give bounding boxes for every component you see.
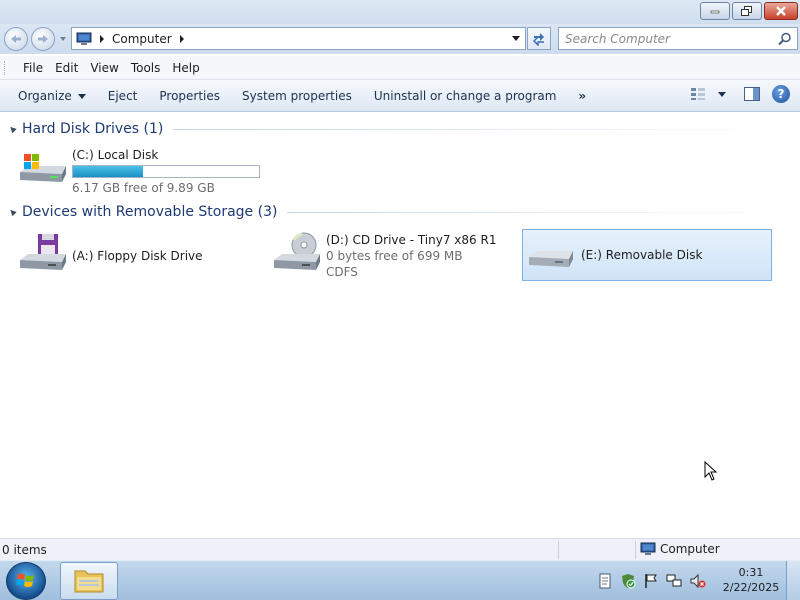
- minimize-button[interactable]: [700, 2, 730, 20]
- computer-icon: [640, 542, 656, 555]
- change-view-icon[interactable]: [690, 87, 706, 101]
- minimize-icon: [710, 10, 720, 14]
- search-input[interactable]: [559, 28, 769, 49]
- taskbar-clock[interactable]: 0:31 2/22/2025: [718, 565, 784, 595]
- show-desktop-button[interactable]: [786, 561, 800, 600]
- network-icon[interactable]: [666, 573, 682, 589]
- recent-pages-dropdown[interactable]: [60, 37, 66, 41]
- menu-bar: File Edit View Tools Help: [0, 56, 800, 80]
- breadcrumb-separator[interactable]: [100, 34, 104, 43]
- drive-name: (D:) CD Drive - Tiny7 x86 R1: [326, 233, 497, 247]
- menu-view[interactable]: View: [84, 61, 124, 75]
- drive-free-space: 0 bytes free of 699 MB: [326, 249, 463, 263]
- cd-drive-icon: [272, 232, 324, 280]
- menu-grip: [4, 60, 7, 75]
- help-icon[interactable]: ?: [772, 85, 790, 103]
- drive-name: (E:) Removable Disk: [581, 248, 703, 262]
- close-icon: [776, 6, 786, 16]
- collapse-icon[interactable]: [8, 207, 17, 217]
- collapse-icon[interactable]: [8, 124, 17, 134]
- address-dropdown-icon[interactable]: [512, 36, 520, 41]
- security-shield-icon[interactable]: [620, 573, 636, 589]
- organize-button[interactable]: Organize: [10, 84, 94, 108]
- view-options-dropdown[interactable]: [718, 91, 726, 97]
- uninstall-program-button[interactable]: Uninstall or change a program: [366, 84, 565, 108]
- restore-icon: [741, 6, 752, 16]
- organize-label: Organize: [18, 88, 72, 103]
- properties-button[interactable]: Properties: [151, 84, 228, 108]
- back-arrow-icon: [11, 35, 21, 43]
- removable-disk-icon: [527, 231, 579, 279]
- content-pane: Hard Disk Drives (1) (C:) Local Disk 6.1…: [0, 113, 800, 538]
- floppy-drive-icon: [18, 232, 70, 280]
- document-icon[interactable]: [598, 573, 612, 589]
- drive-filesystem: CDFS: [326, 265, 358, 279]
- taskbar: 0:31 2/22/2025: [0, 560, 800, 600]
- drive-c-local-disk[interactable]: (C:) Local Disk 6.17 GB free of 9.89 GB: [18, 147, 260, 196]
- close-button[interactable]: [764, 2, 798, 20]
- group-hard-disk-drives[interactable]: Hard Disk Drives (1): [8, 121, 792, 137]
- breadcrumb-computer[interactable]: Computer: [112, 32, 172, 46]
- navigation-bar: Computer: [0, 24, 800, 54]
- title-bar: [0, 0, 800, 24]
- capacity-fill: [73, 166, 143, 177]
- search-box[interactable]: [558, 27, 798, 50]
- group-title: Hard Disk Drives (1): [22, 121, 164, 137]
- capacity-bar: [72, 165, 260, 178]
- drive-name: (C:) Local Disk: [72, 148, 159, 162]
- preview-pane-icon[interactable]: [744, 87, 760, 101]
- mouse-cursor-icon: [704, 461, 718, 481]
- restore-button[interactable]: [732, 2, 762, 20]
- command-bar: Organize Eject Properties System propert…: [0, 80, 800, 112]
- drive-free-space: 6.17 GB free of 9.89 GB: [72, 181, 215, 195]
- item-count: 0 items: [2, 542, 47, 557]
- refresh-button[interactable]: [527, 27, 551, 50]
- refresh-icon: [532, 32, 544, 46]
- more-commands-button[interactable]: »: [570, 84, 592, 108]
- drive-name: (A:) Floppy Disk Drive: [72, 249, 203, 263]
- menu-edit[interactable]: Edit: [49, 61, 84, 75]
- group-removable-storage[interactable]: Devices with Removable Storage (3): [8, 204, 792, 220]
- address-bar[interactable]: Computer: [71, 27, 526, 50]
- forward-button[interactable]: [31, 27, 55, 51]
- group-title: Devices with Removable Storage (3): [22, 204, 278, 220]
- forward-arrow-icon: [38, 35, 48, 43]
- chevron-down-icon: [77, 93, 86, 99]
- drive-e-removable[interactable]: (E:) Removable Disk: [522, 229, 772, 281]
- back-button[interactable]: [4, 27, 28, 51]
- menu-file[interactable]: File: [17, 61, 49, 75]
- breadcrumb-separator[interactable]: [179, 34, 184, 43]
- drive-a-floppy[interactable]: (A:) Floppy Disk Drive: [18, 231, 203, 281]
- volume-muted-icon[interactable]: [690, 573, 706, 589]
- computer-icon: [76, 32, 92, 45]
- windows-logo-icon: [16, 573, 34, 587]
- status-divider: [635, 541, 636, 559]
- status-bar: 0 items Computer: [0, 538, 800, 560]
- menu-help[interactable]: Help: [166, 61, 205, 75]
- group-divider: [173, 128, 792, 130]
- clock-time: 0:31: [738, 566, 764, 579]
- search-icon[interactable]: [778, 32, 792, 46]
- hard-drive-icon: [18, 148, 70, 196]
- view-tools: ?: [690, 85, 790, 103]
- status-divider: [558, 541, 559, 559]
- folder-icon: [74, 570, 104, 593]
- eject-button[interactable]: Eject: [100, 84, 146, 108]
- drive-d-cd[interactable]: (D:) CD Drive - Tiny7 x86 R1 0 bytes fre…: [272, 231, 496, 281]
- system-properties-button[interactable]: System properties: [234, 84, 360, 108]
- menu-tools[interactable]: Tools: [125, 61, 167, 75]
- taskbar-explorer-button[interactable]: [60, 562, 118, 600]
- window-controls: [700, 2, 798, 20]
- action-center-flag-icon[interactable]: [644, 573, 658, 589]
- group-divider: [287, 211, 792, 213]
- clock-date: 2/22/2025: [722, 581, 780, 594]
- status-location: Computer: [640, 542, 720, 556]
- start-button[interactable]: [6, 562, 46, 600]
- status-location-label: Computer: [660, 542, 720, 556]
